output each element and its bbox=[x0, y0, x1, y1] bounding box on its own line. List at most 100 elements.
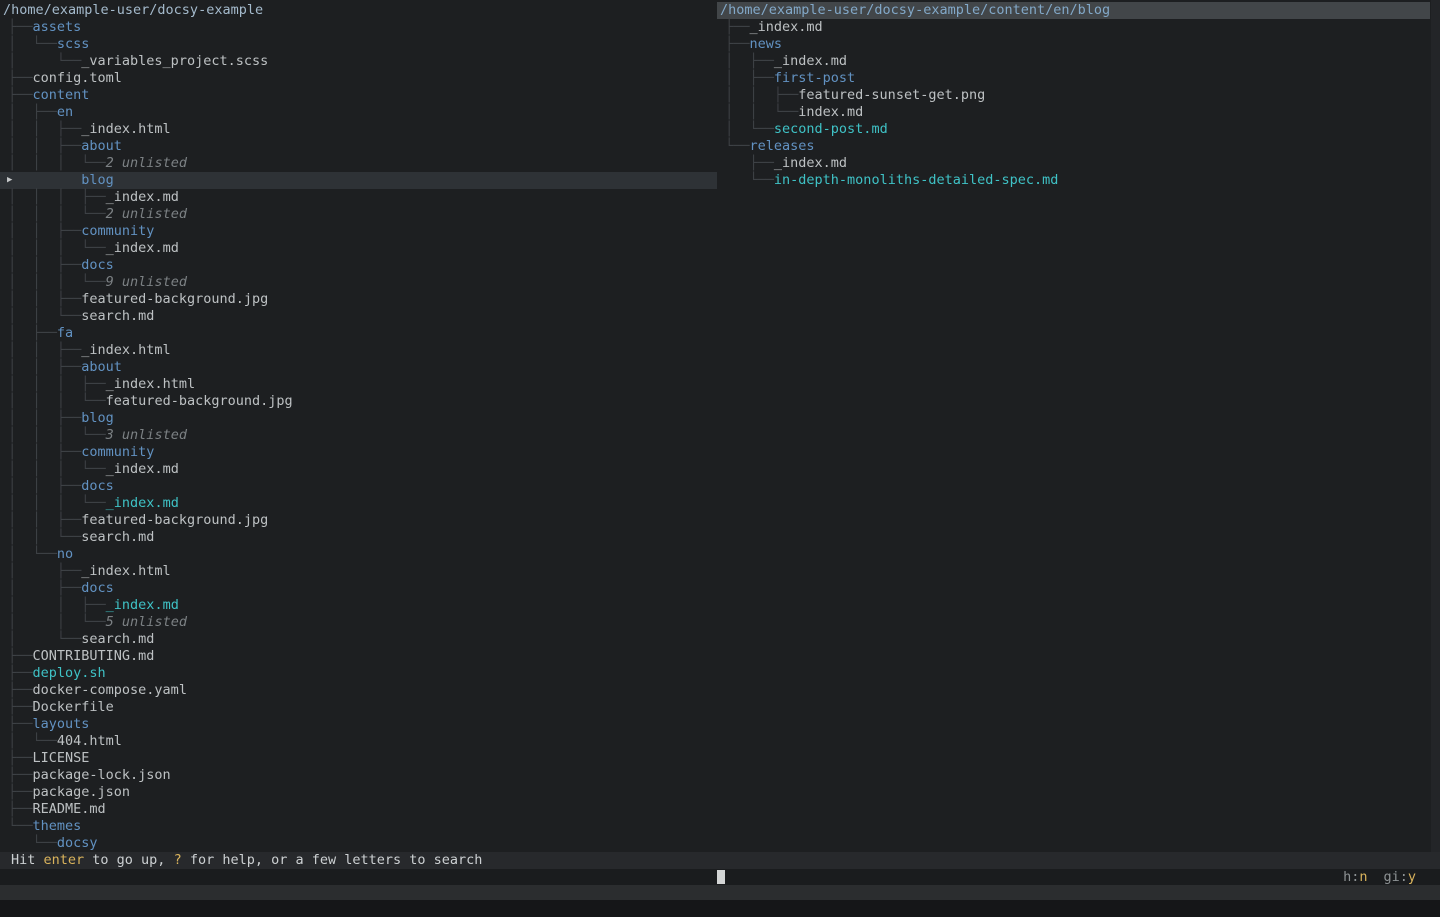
node-label: search.md bbox=[81, 631, 154, 647]
tree-row[interactable]: │ └──_variables_project.scss bbox=[0, 53, 717, 70]
right-command-input[interactable]: h:ngi:y bbox=[717, 869, 1440, 885]
left-command-input[interactable]: :e bbox=[0, 869, 717, 885]
tree-branch-lines: │ └── bbox=[0, 53, 81, 69]
tree-row[interactable]: │ │ │ └──_index.md bbox=[0, 240, 717, 257]
status-key-hint: ? bbox=[174, 852, 182, 868]
broot-app: /home/example-user/docsy-example ├──asse… bbox=[0, 0, 1440, 900]
tree-row[interactable]: ├──layouts bbox=[0, 716, 717, 733]
node-label: _index.md bbox=[106, 240, 179, 256]
tree-row[interactable]: │ │ ├──docs bbox=[0, 478, 717, 495]
tree-branch-lines: ├── bbox=[0, 682, 33, 698]
node-label: _index.html bbox=[81, 342, 170, 358]
flag-gitignore: gi:y bbox=[1383, 869, 1416, 885]
tree-row[interactable]: ├──_index.md bbox=[717, 155, 1440, 172]
node-label: docs bbox=[81, 257, 114, 273]
tree-row[interactable]: │ │ │ └──featured-background.jpg bbox=[0, 393, 717, 410]
tree-row[interactable]: │ │ │ └──_index.md bbox=[0, 461, 717, 478]
tree-row[interactable]: │ └──no bbox=[0, 546, 717, 563]
tree-row[interactable]: ├──assets bbox=[0, 19, 717, 36]
node-label: community bbox=[81, 444, 154, 460]
flag-label: gi: bbox=[1383, 869, 1407, 885]
tree-row[interactable]: ├──docker-compose.yaml bbox=[0, 682, 717, 699]
tree-row-unlisted[interactable]: │ │ └──5 unlisted bbox=[0, 614, 717, 631]
tree-row[interactable]: │ ├──first-post bbox=[717, 70, 1440, 87]
tree-row[interactable]: │ ├──en bbox=[0, 104, 717, 121]
tree-row[interactable]: │ ├──_index.html bbox=[0, 563, 717, 580]
node-label: CONTRIBUTING.md bbox=[33, 648, 155, 664]
tree-branch-lines: ├── bbox=[0, 699, 33, 715]
tree-row[interactable]: │ │ ├──featured-sunset-get.png bbox=[717, 87, 1440, 104]
tree-branch-lines: ├── bbox=[0, 70, 33, 86]
tree-row[interactable]: └──themes bbox=[0, 818, 717, 835]
tree-row[interactable]: ├──content bbox=[0, 87, 717, 104]
tree-row[interactable]: │ │ │ └──_index.md bbox=[0, 495, 717, 512]
tree-row[interactable]: │ │ └──index.md bbox=[717, 104, 1440, 121]
tree-branch-lines: │ │ └── bbox=[717, 104, 798, 120]
node-label: blog bbox=[81, 410, 114, 426]
node-label: Dockerfile bbox=[33, 699, 114, 715]
tree-row[interactable]: │ ├──_index.md bbox=[717, 53, 1440, 70]
tree-row-unlisted[interactable]: │ │ │ └──2 unlisted bbox=[0, 206, 717, 223]
tree-row[interactable]: │ │ ├──featured-background.jpg bbox=[0, 291, 717, 308]
tree-branch-lines: │ │ ├── bbox=[0, 359, 81, 375]
tree-row[interactable]: ├──config.toml bbox=[0, 70, 717, 87]
tree-branch-lines: ├── bbox=[0, 767, 33, 783]
tree-row[interactable]: │ └──second-post.md bbox=[717, 121, 1440, 138]
tree-branch-lines: ├── bbox=[0, 648, 33, 664]
tree-row[interactable]: │ │ ├──_index.md bbox=[0, 597, 717, 614]
tree-row-unlisted[interactable]: │ │ │ └──3 unlisted bbox=[0, 427, 717, 444]
tree-branch-lines: │ │ ├── bbox=[0, 444, 81, 460]
tree-row[interactable]: ├──package.json bbox=[0, 784, 717, 801]
node-label: _index.md bbox=[106, 495, 179, 511]
right-tree: ├──_index.md ├──news │ ├──_index.md │ ├─… bbox=[717, 19, 1440, 189]
tree-row-unlisted[interactable]: │ │ │ └──9 unlisted bbox=[0, 274, 717, 291]
tree-row[interactable]: ├──news bbox=[717, 36, 1440, 53]
tree-row[interactable]: │ │ ├──_index.html bbox=[0, 342, 717, 359]
tree-branch-lines: │ └── bbox=[0, 733, 57, 749]
tree-row[interactable]: │ │ ├──community bbox=[0, 223, 717, 240]
tree-row[interactable]: │ │ ├──blog bbox=[0, 410, 717, 427]
node-label: _index.html bbox=[81, 563, 170, 579]
node-label: content bbox=[33, 87, 90, 103]
tree-row[interactable]: ├──CONTRIBUTING.md bbox=[0, 648, 717, 665]
tree-row[interactable]: │ ├──docs bbox=[0, 580, 717, 597]
tree-row[interactable]: ▶ │ │ ├──blog bbox=[0, 172, 717, 189]
tree-row[interactable]: │ │ │ ├──_index.md bbox=[0, 189, 717, 206]
tree-row[interactable]: └──docsy bbox=[0, 835, 717, 852]
tree-row-unlisted[interactable]: │ │ │ └──2 unlisted bbox=[0, 155, 717, 172]
tree-row[interactable]: └──in-depth-monoliths-detailed-spec.md bbox=[717, 172, 1440, 189]
node-label: _variables_project.scss bbox=[81, 53, 268, 69]
tree-row[interactable]: │ │ └──search.md bbox=[0, 308, 717, 325]
tree-branch-lines: │ │ │ └── bbox=[0, 206, 106, 222]
tree-row[interactable]: ├──deploy.sh bbox=[0, 665, 717, 682]
tree-row[interactable]: │ └──scss bbox=[0, 36, 717, 53]
tree-row[interactable]: │ │ └──search.md bbox=[0, 529, 717, 546]
node-label: _index.md bbox=[106, 189, 179, 205]
node-label: 2 unlisted bbox=[106, 155, 187, 171]
tree-row[interactable]: ├──package-lock.json bbox=[0, 767, 717, 784]
tree-row[interactable]: │ │ ├──community bbox=[0, 444, 717, 461]
tree-branch-lines: │ │ └── bbox=[0, 308, 81, 324]
tree-row[interactable]: │ ├──fa bbox=[0, 325, 717, 342]
node-label: featured-background.jpg bbox=[81, 291, 268, 307]
tree-row[interactable]: │ │ ├──about bbox=[0, 359, 717, 376]
tree-row[interactable]: │ │ ├──_index.html bbox=[0, 121, 717, 138]
tree-row[interactable]: ├──_index.md bbox=[717, 19, 1440, 36]
tree-branch-lines: └── bbox=[0, 818, 33, 834]
node-label: about bbox=[81, 359, 122, 375]
tree-row[interactable]: ├──Dockerfile bbox=[0, 699, 717, 716]
node-label: deploy.sh bbox=[33, 665, 106, 681]
node-label: _index.md bbox=[774, 53, 847, 69]
tree-row[interactable]: │ └──404.html bbox=[0, 733, 717, 750]
tree-row[interactable]: │ │ ├──featured-background.jpg bbox=[0, 512, 717, 529]
tree-row[interactable]: ├──README.md bbox=[0, 801, 717, 818]
tree-row[interactable]: │ │ │ ├──_index.html bbox=[0, 376, 717, 393]
left-panel-title: /home/example-user/docsy-example bbox=[0, 2, 717, 19]
tree-row[interactable]: └──releases bbox=[717, 138, 1440, 155]
tree-branch-lines: │ │ ├── bbox=[0, 410, 81, 426]
tree-row[interactable]: │ │ ├──docs bbox=[0, 257, 717, 274]
tree-row[interactable]: ├──LICENSE bbox=[0, 750, 717, 767]
tree-row[interactable]: │ └──search.md bbox=[0, 631, 717, 648]
tree-row[interactable]: │ │ ├──about bbox=[0, 138, 717, 155]
input-cursor bbox=[717, 870, 725, 884]
